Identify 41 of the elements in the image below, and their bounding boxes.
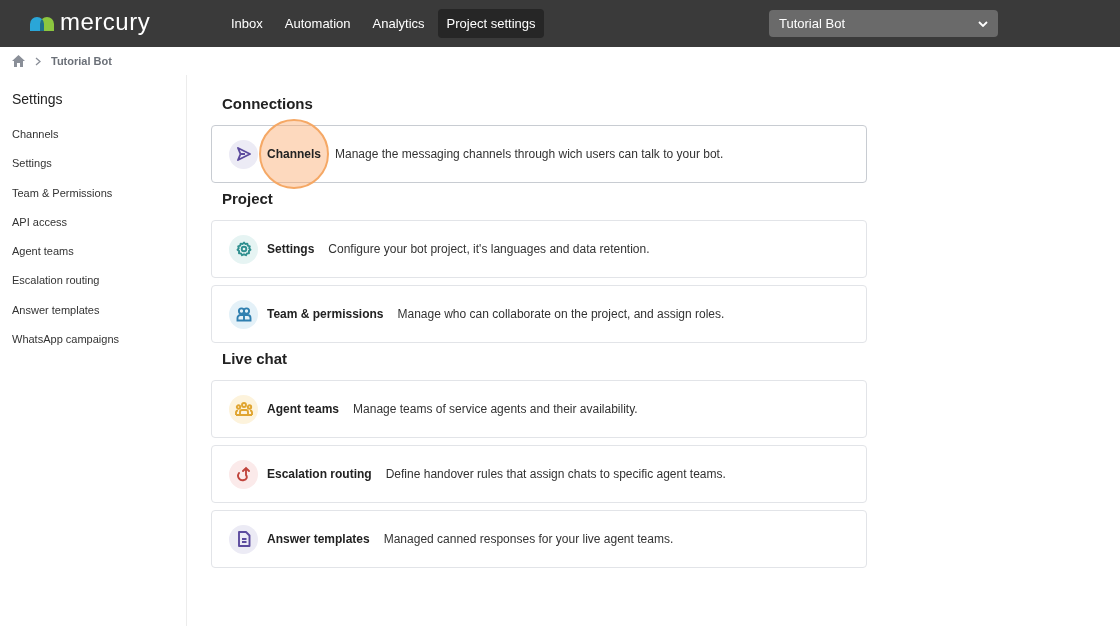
section-heading: Project (222, 190, 274, 208)
card-description: Define handover rules that assign chats to specific agent teams. (385, 467, 726, 481)
home-icon[interactable] (12, 55, 25, 67)
card-title: Escalation routing (267, 467, 372, 481)
section-heading: Connections (222, 95, 314, 113)
chevron-down-icon (978, 20, 988, 27)
logo-icon (30, 16, 54, 31)
sidebar-link[interactable]: Team & Permissions (12, 178, 186, 208)
nav-tab[interactable]: Project settings (437, 9, 545, 38)
settings-card[interactable]: Settings Configure your bot project, it's languages and data retention. (211, 220, 867, 278)
nav-tab[interactable]: Analytics (363, 9, 434, 38)
section-heading: Live chat (222, 350, 289, 368)
sidebar-title: Settings (12, 91, 64, 107)
sidebar-link[interactable]: WhatsApp campaigns (12, 325, 186, 355)
card-title: Channels (267, 147, 321, 161)
card-title: Settings (267, 242, 315, 256)
sidebar-link[interactable]: API access (12, 207, 186, 238)
nav-tab[interactable]: Automation (275, 9, 360, 38)
card-title: Answer templates (267, 532, 370, 546)
sidebar-link[interactable]: Agent teams (12, 237, 186, 267)
sidebar-link[interactable]: Answer templates (12, 295, 186, 326)
project-dropdown[interactable]: Tutorial Bot (769, 10, 998, 37)
settings-card[interactable]: Agent teams Manage teams of service agents and their availability. (211, 380, 867, 438)
nav-tab[interactable]: Inbox (222, 9, 272, 38)
settings-card[interactable]: Escalation routing Define handover rules that assign chats to specific agent teams. (211, 445, 867, 503)
sidebar-link[interactable]: Channels (12, 120, 186, 150)
sidebar-link[interactable]: Settings (12, 149, 186, 179)
card-description: Manage the messaging channels through wich users can talk to your bot. (335, 147, 724, 161)
breadcrumb-link[interactable]: Tutorial Bot (51, 55, 112, 67)
card-description: Manage teams of service agents and their availability. (353, 402, 638, 416)
sidebar-link[interactable]: Escalation routing (12, 266, 186, 296)
logo-text: mercury (60, 7, 151, 36)
card-title: Team & permissions (267, 307, 384, 321)
card-description: Managed canned responses for your live agent teams. (383, 532, 674, 546)
settings-card[interactable]: Team & permissions Manage who can collaborate on the project, and assign roles. (211, 285, 867, 343)
settings-card[interactable]: Channels Manage the messaging channels through wich users can talk to your bot. (211, 125, 867, 183)
card-title: Agent teams (267, 402, 340, 416)
card-description: Manage who can collaborate on the project, and assign roles. (397, 307, 725, 321)
chevron-right-icon (35, 56, 41, 66)
settings-card[interactable]: Answer templates Managed canned responses for your live agent teams. (211, 510, 867, 568)
card-description: Configure your bot project, it's languages and data retention. (328, 242, 650, 256)
